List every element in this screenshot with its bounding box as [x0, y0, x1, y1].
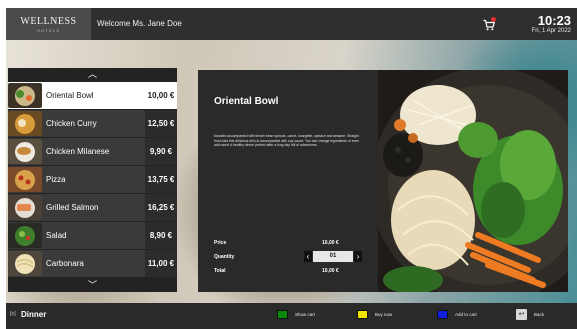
menu-item-name: Pizza	[46, 175, 66, 184]
food-thumbnail	[8, 251, 42, 276]
menu-item-price: 12,50 €	[145, 110, 177, 137]
back-button[interactable]: Back	[534, 312, 544, 317]
app-frame: WELLNESS HOTELS Welcome Ms. Jane Doe 10:…	[6, 8, 577, 329]
menu-item-price: 13,75 €	[145, 166, 177, 193]
menu-item-name: Salad	[46, 231, 67, 240]
menu-item-name: Chicken Curry	[46, 119, 97, 128]
cart-badge	[491, 17, 496, 22]
clock-time: 10:23	[537, 13, 571, 28]
detail-description: Noodles accompanied with tender bean spr…	[214, 134, 360, 148]
menu-item-name: Oriental Bowl	[46, 91, 94, 100]
chevron-down-icon[interactable]: ﹀	[8, 279, 177, 292]
header-bar: WELLNESS HOTELS Welcome Ms. Jane Doe 10:…	[6, 8, 577, 40]
dish-photo	[378, 70, 568, 292]
welcome-text: Welcome Ms. Jane Doe	[97, 19, 182, 28]
menu-item-price: 10,00 €	[145, 82, 177, 109]
total-value: 10,00 €	[322, 268, 339, 274]
food-thumbnail	[8, 167, 42, 192]
menu-item[interactable]: Chicken Milanese 9,90 €	[8, 138, 177, 165]
menu-item[interactable]: Salad 8,90 €	[8, 222, 177, 249]
show-cart-button[interactable]: Show cart	[295, 312, 315, 317]
detail-panel: Oriental Bowl Noodles accompanied with t…	[198, 70, 378, 292]
back-icon[interactable]: ↩	[516, 309, 527, 320]
blue-key-icon	[437, 310, 448, 319]
menu-item-price: 11,00 €	[145, 250, 177, 277]
food-thumbnail	[8, 111, 42, 136]
detail-title: Oriental Bowl	[214, 96, 279, 107]
buy-now-button[interactable]: Buy now	[375, 312, 392, 317]
menu-item[interactable]: Chicken Curry 12,50 €	[8, 110, 177, 137]
quantity-increase-button[interactable]: ›	[354, 251, 362, 262]
menu-item-name: Grilled Salmon	[46, 203, 99, 212]
food-thumbnail	[8, 195, 42, 220]
food-thumbnail	[8, 139, 42, 164]
yellow-key-icon	[357, 310, 368, 319]
food-thumbnail	[8, 83, 42, 108]
menu-item-name: Chicken Milanese	[46, 147, 110, 156]
screen: WELLNESS HOTELS Welcome Ms. Jane Doe 10:…	[0, 0, 577, 329]
price-label: Price	[214, 240, 227, 246]
logo-sub: HOTELS	[36, 28, 61, 33]
menu-item-price: 8,90 €	[145, 222, 177, 249]
menu-item[interactable]: Grilled Salmon 16,25 €	[8, 194, 177, 221]
tray-icon: [≡]	[10, 311, 16, 317]
logo-name: WELLNESS	[20, 16, 77, 27]
hotel-logo: WELLNESS HOTELS	[6, 8, 91, 40]
quantity-decrease-button[interactable]: ‹	[304, 251, 312, 262]
menu-item-price: 16,25 €	[145, 194, 177, 221]
food-thumbnail	[8, 223, 42, 248]
add-to-cart-button[interactable]: Add to cart	[455, 312, 477, 317]
category-label: Dinner	[21, 310, 47, 319]
chevron-up-icon[interactable]: ︿	[8, 68, 177, 81]
menu-item[interactable]: Oriental Bowl 10,00 €	[8, 82, 177, 109]
menu-item[interactable]: Carbonara 11,00 €	[8, 250, 177, 277]
footer-bar: [≡] Dinner Show cart Buy now Add to cart…	[6, 303, 577, 329]
clock-date: Fri, 1 Apr 2022	[531, 28, 571, 34]
price-value: 10,00 €	[322, 240, 339, 246]
menu-item[interactable]: Pizza 13,75 €	[8, 166, 177, 193]
green-key-icon	[277, 310, 288, 319]
quantity-label: Quantity	[214, 254, 235, 260]
menu-list: ︿ Oriental Bowl 10,00 € Chicken Curry 12…	[8, 68, 177, 292]
menu-item-price: 9,90 €	[145, 138, 177, 165]
total-label: Total	[214, 268, 226, 274]
menu-item-name: Carbonara	[46, 259, 84, 268]
quantity-value[interactable]: 01	[313, 251, 353, 262]
